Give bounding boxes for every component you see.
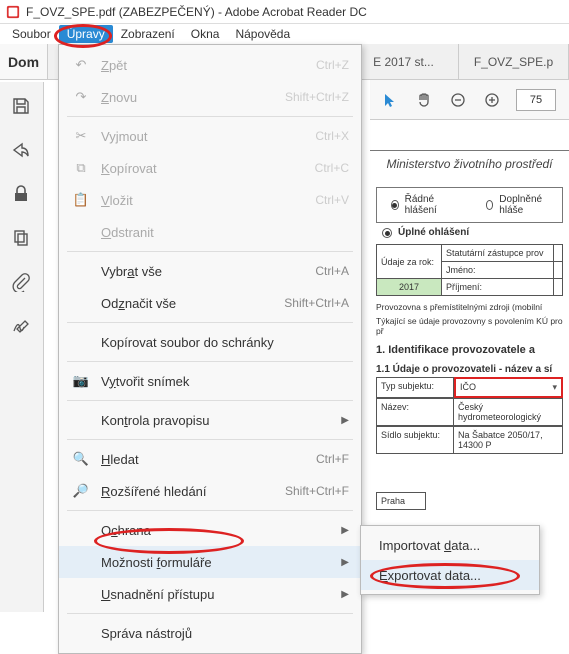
field-sidlo[interactable]: Na Šabatce 2050/17, 14300 P xyxy=(454,426,563,454)
form-options-submenu: Importovat data... Exportovat data... xyxy=(360,525,540,595)
zoom-in-icon[interactable] xyxy=(482,90,502,110)
submenu-import-data[interactable]: Importovat data... xyxy=(361,530,539,560)
zoom-value: 75 xyxy=(530,94,542,106)
window-title: F_OVZ_SPE.pdf (ZABEZPEČENÝ) - Adobe Acro… xyxy=(26,5,367,19)
menu-paste: 📋 Vložit Ctrl+V xyxy=(59,184,361,216)
menu-undo: ↶ ZZpětpět Ctrl+Z xyxy=(59,49,361,81)
cut-icon: ✂ xyxy=(71,128,91,144)
menu-edit[interactable]: Úpravy xyxy=(59,25,113,43)
doc-note-2: Týkající se údaje provozovny s povolením… xyxy=(376,316,563,336)
field-typ-subjektu[interactable]: IČO ▾ xyxy=(454,377,563,398)
lock-icon[interactable] xyxy=(11,184,33,206)
share-icon[interactable] xyxy=(11,140,33,162)
sidebar xyxy=(0,82,44,612)
tab-home[interactable]: Dom xyxy=(0,44,48,79)
doc-year-table: Údaje za rok: Statutární zástupce prov J… xyxy=(376,244,563,296)
doc-radio-doplnene[interactable]: Doplněné hláše xyxy=(486,194,548,216)
signature-icon[interactable] xyxy=(11,316,33,338)
save-icon[interactable] xyxy=(11,96,33,118)
menu-deselect-all[interactable]: Odznačit vše Shift+Ctrl+A xyxy=(59,287,361,319)
zoom-level-field[interactable]: 75 xyxy=(516,89,556,111)
cell-year-value[interactable]: 2017 xyxy=(377,279,442,296)
menu-take-snapshot[interactable]: 📷 Vytvořit snímek xyxy=(59,365,361,397)
menu-delete: Odstranit xyxy=(59,216,361,248)
undo-icon: ↶ xyxy=(71,57,91,73)
camera-icon: 📷 xyxy=(71,373,91,389)
menu-accessibility[interactable]: Usnadnění přístupu ▶ xyxy=(59,578,361,610)
doc-radio-uplne[interactable]: Úplné ohlášení xyxy=(382,227,561,238)
hand-icon[interactable] xyxy=(414,90,434,110)
doc-sect-1-1: 1.1 Údaje o provozovateli - název a sí xyxy=(376,364,563,375)
chevron-right-icon: ▶ xyxy=(341,589,349,600)
menu-file[interactable]: Soubor xyxy=(4,25,59,43)
search-icon: 🔍 xyxy=(71,451,91,467)
menu-manage-tools[interactable]: Správa nástrojů xyxy=(59,617,361,649)
menu-spellcheck[interactable]: Kontrola pravopisu ▶ xyxy=(59,404,361,436)
menu-find[interactable]: 🔍 Hledat Ctrl+F xyxy=(59,443,361,475)
zoom-out-icon[interactable] xyxy=(448,90,468,110)
toolbar: 75 xyxy=(370,80,569,120)
label-typ-subjektu: Typ subjektu: xyxy=(376,377,454,398)
attachment-icon[interactable] xyxy=(11,272,33,294)
doc-radio-radne[interactable]: Řádné hlášení xyxy=(391,194,450,216)
cell-jmeno-label: Jméno: xyxy=(441,262,553,279)
menu-copy: ⧉ Kopírovat Ctrl+C xyxy=(59,152,361,184)
menu-select-all[interactable]: Vybrat vše Ctrl+A xyxy=(59,255,361,287)
field-nazev[interactable]: Český hydrometeorologický xyxy=(454,398,563,426)
chevron-right-icon: ▶ xyxy=(341,557,349,568)
cell-udaje-label: Údaje za rok: xyxy=(377,245,442,279)
menubar: Soubor Úpravy Zobrazení Okna Nápověda xyxy=(0,24,569,44)
chevron-right-icon: ▶ xyxy=(341,525,349,536)
copy-icon: ⧉ xyxy=(71,160,91,176)
edit-menu-dropdown: ↶ ZZpětpět Ctrl+Z ↷ Znovu Shift+Ctrl+Z ✂… xyxy=(58,44,362,654)
doc-sect-1: 1. Identifikace provozovatele a xyxy=(376,344,563,356)
menu-copy-file-to-clipboard[interactable]: Kopírovat soubor do schránky xyxy=(59,326,361,358)
cursor-icon[interactable] xyxy=(380,90,400,110)
menu-form-options[interactable]: Možnosti formuláře ▶ xyxy=(59,546,361,578)
copy-icon[interactable] xyxy=(11,228,33,250)
doc-ministry-header: Ministerstvo životního prostředí xyxy=(370,150,569,171)
redo-icon: ↷ xyxy=(71,89,91,105)
label-sidlo: Sídlo subjektu: xyxy=(376,426,454,454)
label-nazev: Název: xyxy=(376,398,454,426)
doc-note-1: Provozovna s přemístitelnými zdroji (mob… xyxy=(376,302,563,312)
menu-cut: ✂ Vyjmout Ctrl+X xyxy=(59,120,361,152)
menu-redo: ↷ Znovu Shift+Ctrl+Z xyxy=(59,81,361,113)
cell-stat-zast: Statutární zástupce prov xyxy=(441,245,553,262)
doc-report-type-group: Řádné hlášení Doplněné hláše xyxy=(376,187,563,223)
tab-doc-2[interactable]: F_OVZ_SPE.p xyxy=(459,44,569,79)
cell-praha: Praha xyxy=(376,492,426,510)
titlebar: F_OVZ_SPE.pdf (ZABEZPEČENÝ) - Adobe Acro… xyxy=(0,0,569,24)
tab-doc-1[interactable]: E 2017 st... xyxy=(349,44,459,79)
adv-search-icon: 🔎 xyxy=(71,483,91,499)
menu-protection[interactable]: Ochrana ▶ xyxy=(59,514,361,546)
menu-view[interactable]: Zobrazení xyxy=(113,25,183,43)
submenu-export-data[interactable]: Exportovat data... xyxy=(361,560,539,590)
paste-icon: 📋 xyxy=(71,192,91,208)
acrobat-icon xyxy=(6,5,20,19)
menu-windows[interactable]: Okna xyxy=(183,25,228,43)
menu-advanced-find[interactable]: 🔎 Rozšířené hledání Shift+Ctrl+F xyxy=(59,475,361,507)
chevron-right-icon: ▶ xyxy=(341,415,349,426)
cell-prijmeni-label: Příjmení: xyxy=(441,279,553,296)
menu-help[interactable]: Nápověda xyxy=(227,25,298,43)
